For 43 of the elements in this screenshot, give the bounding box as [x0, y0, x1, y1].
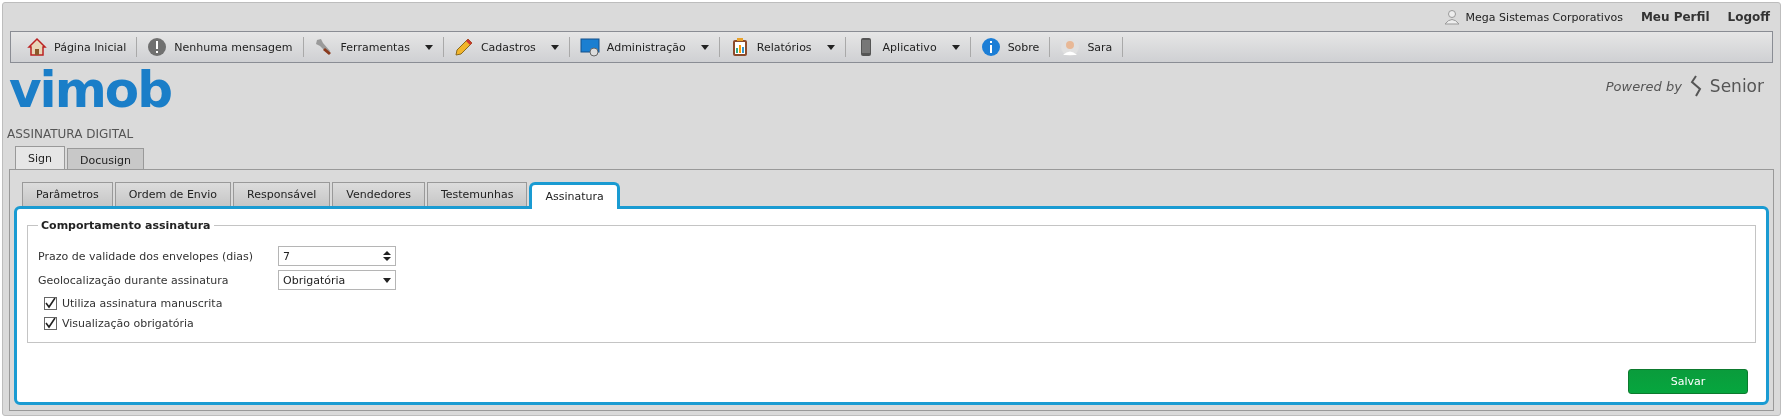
menu-item[interactable]: Relatórios: [719, 37, 846, 57]
alert-icon: [147, 37, 168, 57]
user-icon: [1443, 9, 1460, 25]
user-name: Mega Sistemas Corporativos: [1443, 9, 1623, 25]
select-field[interactable]: Obrigatória: [278, 270, 396, 290]
tab[interactable]: Parâmetros: [22, 182, 113, 206]
menu-item[interactable]: Página Inicial: [17, 37, 138, 57]
checkbox-label: Visualização obrigatória: [62, 317, 194, 330]
menu-item[interactable]: Nenhuma mensagem: [137, 37, 304, 57]
menu-item[interactable]: Administração: [569, 37, 720, 57]
checkbox-label: Utiliza assinatura manuscrita: [62, 297, 223, 310]
number-field[interactable]: 7: [278, 246, 396, 266]
header-link[interactable]: Meu Perfil: [1640, 10, 1710, 24]
tab[interactable]: Sign: [15, 146, 65, 169]
info-icon: [980, 37, 1001, 57]
tab[interactable]: Testemunhas: [426, 182, 528, 206]
menu-item[interactable]: Cadastros: [443, 37, 570, 57]
header-link[interactable]: Logoff: [1727, 10, 1770, 24]
caret-icon: [383, 277, 391, 283]
house-icon: [27, 37, 47, 57]
menu-item[interactable]: Sobre: [970, 37, 1051, 57]
brand-icon: [1689, 75, 1702, 97]
powered-by-text: Powered by: [1605, 78, 1682, 94]
wrench-icon: [313, 37, 334, 57]
tab[interactable]: Ordem de Envio: [114, 182, 232, 206]
menu-item[interactable]: Ferramentas: [303, 37, 444, 57]
tab[interactable]: Assinatura: [529, 182, 620, 209]
tab[interactable]: Responsável: [233, 182, 331, 206]
page-title: ASSINATURA DIGITAL: [7, 127, 135, 141]
monitor-icon: [579, 37, 600, 57]
field-label: Prazo de validade dos envelopes (dias): [38, 249, 255, 263]
tab[interactable]: Docusign: [67, 148, 144, 169]
brand-name: Senior: [1709, 76, 1764, 96]
checkbox[interactable]: [44, 317, 57, 330]
spinner-arrows-icon: [383, 250, 391, 262]
checkbox[interactable]: [44, 297, 57, 310]
menu-item[interactable]: Sara: [1050, 37, 1124, 57]
field-label: Geolocalização durante assinatura: [38, 273, 230, 287]
logo: vimob: [9, 67, 171, 113]
fieldset-legend: Comportamento assinatura: [38, 219, 214, 232]
menu-item[interactable]: Aplicativo: [845, 37, 971, 57]
tab[interactable]: Vendedores: [332, 182, 425, 206]
pencil-icon: [453, 37, 474, 57]
